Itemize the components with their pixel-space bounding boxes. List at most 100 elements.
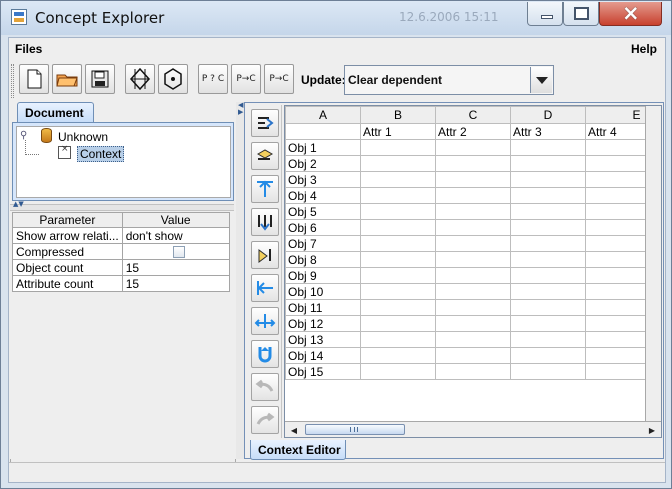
- incidence-cell[interactable]: [360, 155, 436, 172]
- incidence-cell[interactable]: [510, 203, 586, 220]
- incidence-cell[interactable]: [510, 363, 586, 380]
- horizontal-scrollbar[interactable]: ◀ ▶: [285, 421, 661, 437]
- incidence-cell[interactable]: [510, 155, 586, 172]
- incidence-cell[interactable]: [510, 283, 586, 300]
- object-label[interactable]: Obj 13: [285, 331, 361, 348]
- parameter-value[interactable]: 15: [121, 259, 230, 276]
- table-row[interactable]: Obj 1: [285, 139, 647, 156]
- scroll-left-icon[interactable]: ◀: [287, 423, 301, 437]
- split-object-attribute-button[interactable]: [251, 307, 279, 335]
- incidence-cell[interactable]: [510, 235, 586, 252]
- move-object-up-button[interactable]: [251, 175, 279, 203]
- grid-viewport[interactable]: A B C D E Attr 1 Attr 2 Attr 3 Attr 4 Ob…: [285, 106, 647, 423]
- incidence-cell[interactable]: [585, 235, 647, 252]
- table-row[interactable]: Obj 15: [285, 363, 647, 380]
- forward-button[interactable]: [251, 406, 279, 434]
- incidence-cell[interactable]: [435, 187, 511, 204]
- dropdown-button[interactable]: [530, 67, 552, 93]
- incidence-cell[interactable]: [360, 235, 436, 252]
- object-label[interactable]: Obj 5: [285, 203, 361, 220]
- incidence-cell[interactable]: [585, 267, 647, 284]
- files-menu[interactable]: Files: [15, 42, 42, 56]
- table-row[interactable]: Obj 3: [285, 171, 647, 188]
- incidence-cell[interactable]: [435, 315, 511, 332]
- incidence-cell[interactable]: [585, 251, 647, 268]
- scroll-right-icon[interactable]: ▶: [645, 423, 659, 437]
- incidence-cell[interactable]: [510, 347, 586, 364]
- table-row[interactable]: Obj 2: [285, 155, 647, 172]
- incidence-cell[interactable]: [510, 187, 586, 204]
- incidence-cell[interactable]: [435, 155, 511, 172]
- incidence-cell[interactable]: [510, 267, 586, 284]
- incidence-cell[interactable]: [510, 251, 586, 268]
- implication-button[interactable]: P→C: [231, 64, 261, 94]
- attribute-cell[interactable]: Attr 4: [585, 123, 647, 140]
- document-tree[interactable]: ⚲ Unknown Context: [16, 126, 231, 198]
- incidence-cell[interactable]: [435, 347, 511, 364]
- incidence-cell[interactable]: [360, 171, 436, 188]
- object-label[interactable]: Obj 2: [285, 155, 361, 172]
- parameter-value[interactable]: [121, 243, 230, 260]
- edit-object-button[interactable]: [251, 142, 279, 170]
- table-row[interactable]: Obj 12: [285, 315, 647, 332]
- incidence-cell[interactable]: [435, 283, 511, 300]
- incidence-cell[interactable]: [360, 139, 436, 156]
- hexagon-lattice-button[interactable]: [158, 64, 188, 94]
- open-button[interactable]: [52, 64, 82, 94]
- close-button[interactable]: ×: [599, 1, 662, 26]
- attribute-cell[interactable]: Attr 2: [435, 123, 511, 140]
- object-label[interactable]: Obj 1: [285, 139, 361, 156]
- help-menu[interactable]: Help: [631, 42, 657, 56]
- incidence-cell[interactable]: [435, 251, 511, 268]
- object-label[interactable]: Obj 4: [285, 187, 361, 204]
- incidence-cell[interactable]: [435, 299, 511, 316]
- tab-context-editor[interactable]: Context Editor: [250, 440, 346, 460]
- add-object-button[interactable]: [251, 109, 279, 137]
- vertical-scrollbar[interactable]: [645, 106, 661, 423]
- new-document-button[interactable]: [19, 64, 49, 94]
- table-row[interactable]: Obj 8: [285, 251, 647, 268]
- vertical-splitter[interactable]: ▲▼: [10, 200, 234, 211]
- save-button[interactable]: [85, 64, 115, 94]
- incidence-cell[interactable]: [435, 363, 511, 380]
- incidence-cell[interactable]: [585, 283, 647, 300]
- tab-document[interactable]: Document: [17, 102, 94, 122]
- table-row[interactable]: Object count 15: [12, 259, 230, 276]
- incidence-cell[interactable]: [510, 219, 586, 236]
- table-row[interactable]: Obj 7: [285, 235, 647, 252]
- incidence-cell[interactable]: [510, 171, 586, 188]
- attribute-cell[interactable]: Attr 3: [510, 123, 586, 140]
- object-label[interactable]: Obj 10: [285, 283, 361, 300]
- table-row[interactable]: Obj 9: [285, 267, 647, 284]
- object-label[interactable]: Obj 9: [285, 267, 361, 284]
- tree-root-unknown[interactable]: Unknown: [58, 130, 108, 144]
- object-label[interactable]: Obj 15: [285, 363, 361, 380]
- undo-arrow-button[interactable]: [251, 340, 279, 368]
- attribute-cell[interactable]: Attr 1: [360, 123, 436, 140]
- parameter-value[interactable]: 15: [121, 275, 230, 292]
- object-label[interactable]: Obj 11: [285, 299, 361, 316]
- object-label[interactable]: Obj 3: [285, 171, 361, 188]
- object-label[interactable]: Obj 12: [285, 315, 361, 332]
- incidence-cell[interactable]: [360, 315, 436, 332]
- incidence-cell[interactable]: [585, 363, 647, 380]
- table-row[interactable]: Obj 11: [285, 299, 647, 316]
- incidence-cell[interactable]: [360, 347, 436, 364]
- incidence-cell[interactable]: [510, 139, 586, 156]
- table-row[interactable]: Obj 13: [285, 331, 647, 348]
- incidence-cell[interactable]: [585, 331, 647, 348]
- incidence-cell[interactable]: [360, 283, 436, 300]
- object-label[interactable]: Obj 14: [285, 347, 361, 364]
- incidence-cell[interactable]: [360, 331, 436, 348]
- incidence-cell[interactable]: [360, 219, 436, 236]
- table-row[interactable]: Obj 5: [285, 203, 647, 220]
- incidence-cell[interactable]: [510, 299, 586, 316]
- main-splitter[interactable]: ◀ ▶: [236, 102, 244, 459]
- table-row[interactable]: Attribute count 15: [12, 275, 230, 292]
- incidence-cell[interactable]: [435, 267, 511, 284]
- incidence-cell[interactable]: [360, 267, 436, 284]
- incidence-cell[interactable]: [585, 315, 647, 332]
- move-attribute-left-button[interactable]: [251, 274, 279, 302]
- association-rule-button[interactable]: P→C: [264, 64, 294, 94]
- object-label[interactable]: Obj 8: [285, 251, 361, 268]
